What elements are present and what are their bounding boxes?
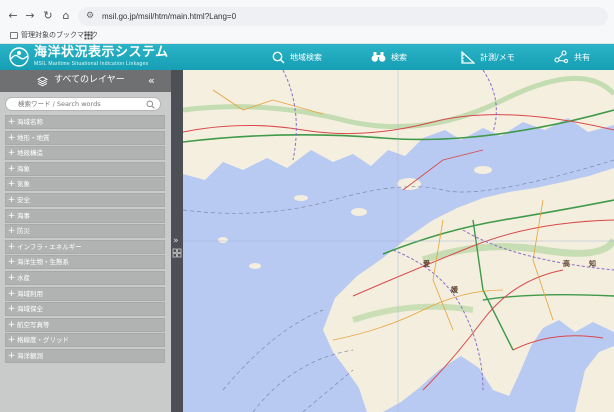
expand-plus-icon[interactable]: +	[6, 116, 17, 128]
bookmarks-bar: 管理対象のブックマーク	[0, 29, 614, 42]
layer-item-label: 海洋生物・生態系	[17, 258, 69, 267]
app-title: 海洋状況表示システム	[34, 45, 169, 60]
layer-item-label: 海域保全	[17, 305, 43, 314]
sidebar-splitter[interactable]: »	[171, 70, 183, 412]
expand-plus-icon[interactable]: +	[6, 147, 17, 159]
layer-item[interactable]: + 海事	[5, 208, 165, 223]
layer-search-input[interactable]	[18, 98, 144, 110]
sidebar-header: すべてのレイヤー «	[0, 70, 171, 92]
layer-item[interactable]: + 気象	[5, 177, 165, 192]
layer-list: + 海域名称 + 地形・地質 + 地殻構造 + 海象 + 気象 + 安全 + 海事 + 防災 + インフラ・エネル…	[5, 115, 165, 365]
expand-plus-icon[interactable]: +	[6, 210, 17, 222]
layer-item[interactable]: + 水産	[5, 270, 165, 285]
search-icon[interactable]	[146, 100, 155, 109]
layer-sidebar: すべてのレイヤー « +海域名称+地形・地質+地殻構造+海象+気象+安全+海事+…	[0, 70, 171, 412]
layer-item[interactable]: + 海域名称	[5, 115, 165, 129]
url-text[interactable]: msil.go.jp/msil/htm/main.html?Lang=0	[102, 10, 236, 23]
layer-item[interactable]: + 海域保全	[5, 302, 165, 317]
layer-item[interactable]: + インフラ・エネルギー	[5, 239, 165, 254]
layer-item-label: 地殻構造	[17, 149, 43, 158]
measure-memo-label: 計測/メモ	[480, 52, 515, 62]
home-icon[interactable]: ⌂	[59, 9, 73, 23]
browser-chrome: ← → ↻ ⌂ ⚙ msil.go.jp/msil/htm/main.html?…	[0, 0, 614, 44]
layer-item-label: 地形・地質	[17, 133, 50, 142]
layer-item-label: 海洋観測	[17, 351, 43, 360]
expand-plus-icon[interactable]: +	[6, 178, 17, 190]
layer-item[interactable]: + 海洋生物・生態系	[5, 255, 165, 270]
map-label-chi: 知	[588, 259, 596, 268]
measure-memo-button[interactable]: 計測/メモ	[461, 44, 515, 70]
layers-icon	[37, 76, 48, 87]
expand-plus-icon[interactable]: +	[6, 319, 17, 331]
layer-item-label: インフラ・エネルギー	[17, 242, 82, 251]
search-label: 検索	[391, 52, 407, 62]
map-label-hime: 媛	[450, 285, 459, 294]
layer-item-label: 水産	[17, 273, 30, 282]
layer-item-label: 気象	[17, 180, 30, 189]
search-button[interactable]: 検索	[371, 44, 407, 70]
tool-grid-icon[interactable]	[172, 248, 182, 258]
expand-plus-icon[interactable]: +	[6, 163, 17, 175]
app-header: 海洋状況表示システム MSIL Maritime Situational Ind…	[0, 44, 614, 70]
apps-grid-icon[interactable]	[84, 31, 93, 40]
layer-item[interactable]: + 海象	[5, 161, 165, 176]
map-view[interactable]: 愛 媛 高 知	[183, 70, 614, 412]
map-label-kou: 高	[563, 259, 570, 268]
layer-item[interactable]: + 防災	[5, 224, 165, 239]
expand-plus-icon[interactable]: +	[6, 334, 17, 346]
layer-item[interactable]: + 安全	[5, 192, 165, 207]
expand-plus-icon[interactable]: +	[6, 256, 17, 268]
layer-item[interactable]: + 海域利用	[5, 286, 165, 301]
address-bar[interactable]: ⚙ msil.go.jp/msil/htm/main.html?Lang=0	[78, 7, 608, 26]
layer-item-label: 海事	[17, 211, 30, 220]
msil-logo-icon	[9, 47, 29, 67]
reload-icon[interactable]: ↻	[41, 9, 55, 23]
site-info-icon[interactable]: ⚙	[86, 11, 94, 22]
expand-plus-icon[interactable]: +	[6, 303, 17, 315]
layer-item-label: 海象	[17, 164, 30, 173]
map-canvas[interactable]: 愛 媛 高 知	[183, 70, 614, 412]
binoculars-icon	[371, 52, 386, 62]
expand-chevron-icon[interactable]: »	[173, 236, 179, 246]
layer-item[interactable]: + 地殻構造	[5, 146, 165, 161]
ruler-icon	[461, 50, 475, 64]
expand-plus-icon[interactable]: +	[6, 350, 17, 362]
expand-plus-icon[interactable]: +	[6, 225, 17, 237]
layer-item[interactable]: + 地形・地質	[5, 130, 165, 145]
expand-plus-icon[interactable]: +	[6, 272, 17, 284]
expand-plus-icon[interactable]: +	[6, 241, 17, 253]
app-subtitle: MSIL Maritime Situational Indication Lin…	[34, 61, 149, 67]
expand-plus-icon[interactable]: +	[6, 288, 17, 300]
folder-icon	[10, 32, 18, 39]
layer-item[interactable]: + 格線度・グリッド	[5, 333, 165, 348]
share-label: 共有	[574, 52, 590, 62]
layer-search-box[interactable]	[5, 97, 161, 111]
layer-item-label: 航空写真等	[17, 320, 50, 329]
layer-item-label: 安全	[17, 195, 30, 204]
expand-plus-icon[interactable]: +	[6, 194, 17, 206]
region-search-button[interactable]: 地域検索	[272, 44, 322, 70]
layer-item[interactable]: + 航空写真等	[5, 317, 165, 332]
layer-item-label: 格線度・グリッド	[17, 336, 69, 345]
sidebar-title: すべてのレイヤー	[54, 75, 125, 85]
back-icon[interactable]: ←	[6, 9, 20, 23]
collapse-sidebar-button[interactable]: «	[148, 73, 155, 88]
share-icon	[554, 50, 569, 64]
layer-item-label: 海域名称	[17, 118, 43, 126]
forward-icon[interactable]: →	[23, 9, 37, 23]
search-icon	[272, 51, 285, 64]
region-search-label: 地域検索	[290, 52, 322, 62]
expand-plus-icon[interactable]: +	[6, 132, 17, 144]
browser-nav-row: ← → ↻ ⌂ ⚙ msil.go.jp/msil/htm/main.html?…	[0, 6, 614, 28]
share-button[interactable]: 共有	[553, 44, 590, 70]
layer-item[interactable]: + 海洋観測	[5, 348, 165, 363]
layer-item-label: 防災	[17, 227, 30, 236]
map-label-ai: 愛	[423, 259, 430, 268]
layer-item-label: 海域利用	[17, 289, 43, 298]
